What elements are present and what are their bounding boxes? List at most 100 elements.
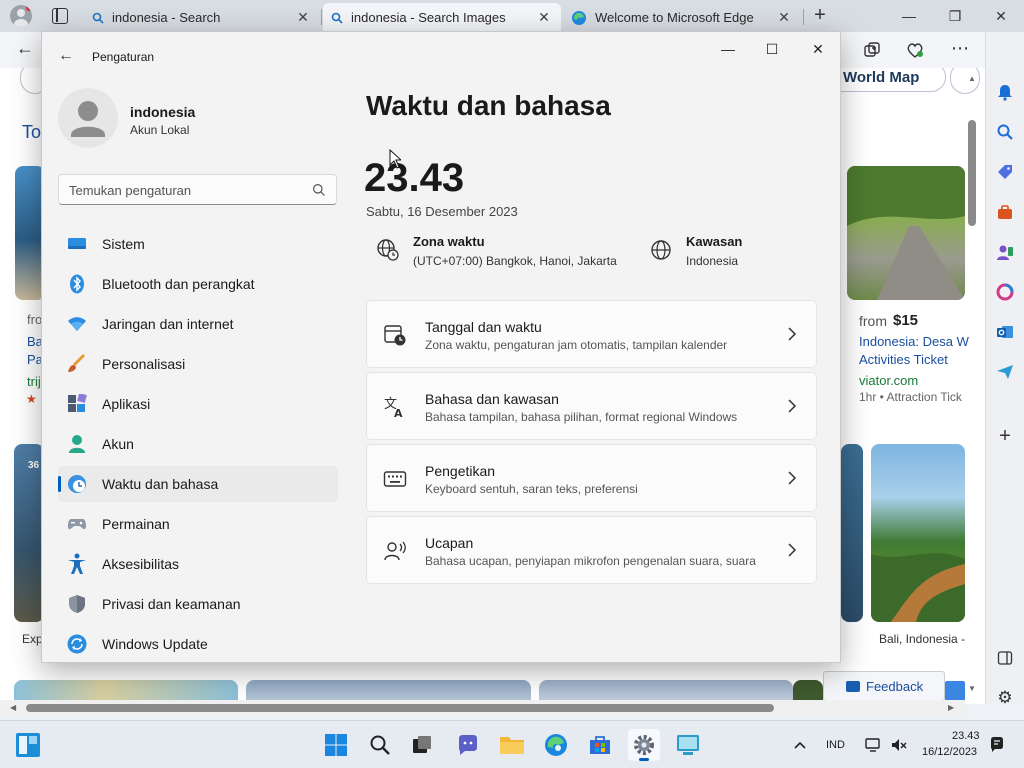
minimize-button[interactable]: —: [886, 0, 932, 32]
vertical-scrollbar-thumb[interactable]: [968, 120, 976, 226]
add-icon[interactable]: +: [993, 424, 1017, 448]
settings-gear-icon: [634, 735, 654, 755]
nav-item-privasi[interactable]: Privasi dan keamanan: [58, 586, 338, 622]
microsoft365-icon[interactable]: [993, 280, 1017, 304]
notification-center-icon[interactable]: [988, 736, 1006, 754]
start-button[interactable]: [320, 729, 352, 761]
nav-item-akun[interactable]: Akun: [58, 426, 338, 462]
store-button[interactable]: [584, 729, 616, 761]
card-bahasa-kawasan[interactable]: 文A Bahasa dan kawasan Bahasa tampilan, b…: [366, 372, 817, 440]
network-icon[interactable]: [864, 736, 882, 754]
browser-essentials-icon[interactable]: [905, 40, 925, 60]
show-hidden-icons-chevron-icon[interactable]: [792, 737, 808, 753]
shopping-tag-icon[interactable]: [993, 160, 1017, 184]
nav-label: Sistem: [102, 236, 145, 252]
card-pengetikan[interactable]: Pengetikan Keyboard sentuh, saran teks, …: [366, 444, 817, 512]
close-window-button[interactable]: ✕: [978, 0, 1024, 32]
input-language-indicator[interactable]: IND: [826, 739, 845, 751]
search-icon[interactable]: [993, 120, 1017, 144]
nav-item-sistem[interactable]: Sistem: [58, 226, 338, 262]
taskbar-clock-time[interactable]: 23.43: [952, 730, 980, 742]
avatar[interactable]: [58, 88, 118, 148]
chat-button[interactable]: [452, 729, 484, 761]
sidebar-toggle-icon[interactable]: [993, 646, 1017, 670]
card-ucapan[interactable]: Ucapan Bahasa ucapan, penyiapan mikrofon…: [366, 516, 817, 584]
nav-item-aksesibilitas[interactable]: Aksesibilitas: [58, 546, 338, 582]
maximize-button[interactable]: ☐: [758, 38, 786, 60]
nav-item-windows-update[interactable]: Windows Update: [58, 626, 338, 662]
search-input[interactable]: [69, 180, 309, 200]
browser-tab-strip: indonesia - Search ✕ indonesia - Search …: [0, 0, 1024, 32]
restore-button[interactable]: ❐: [932, 0, 978, 32]
scroll-right-arrow-icon[interactable]: ▶: [948, 703, 954, 712]
file-explorer-button[interactable]: [496, 729, 528, 761]
collections-icon[interactable]: [862, 40, 882, 60]
nav-item-waktu-bahasa[interactable]: Waktu dan bahasa: [58, 466, 338, 502]
nav-label: Permainan: [102, 516, 170, 532]
nav-item-permainan[interactable]: Permainan: [58, 506, 338, 542]
card-title: Bahasa dan kawasan: [425, 391, 559, 407]
widgets-button[interactable]: [12, 729, 44, 761]
outlook-icon[interactable]: [993, 320, 1017, 344]
search-icon: [92, 12, 104, 24]
tab-welcome-edge[interactable]: Welcome to Microsoft Edge ✕: [563, 3, 801, 32]
feedback-icon: [846, 681, 860, 692]
result-image[interactable]: 36: [14, 444, 44, 622]
current-date: Sabtu, 16 Desember 2023: [366, 204, 518, 219]
profile-avatar-icon[interactable]: [10, 5, 32, 27]
edge-taskbar-button[interactable]: [540, 729, 572, 761]
card-subtitle: Keyboard sentuh, saran teks, preferensi: [425, 482, 638, 496]
app-taskbar-button[interactable]: [672, 729, 704, 761]
nav-label: Jaringan dan internet: [102, 316, 234, 332]
back-arrow-icon[interactable]: ←: [16, 38, 40, 62]
send-icon[interactable]: [993, 360, 1017, 384]
nav-item-bluetooth[interactable]: Bluetooth dan perangkat: [58, 266, 338, 302]
close-tab-icon[interactable]: ✕: [775, 9, 793, 26]
search-icon[interactable]: [312, 183, 326, 197]
volume-muted-icon[interactable]: [890, 736, 908, 754]
tab-separator: [321, 9, 322, 25]
feedback-button[interactable]: Feedback: [823, 671, 945, 701]
chevron-right-icon: [788, 543, 797, 557]
nav-item-jaringan[interactable]: Jaringan dan internet: [58, 306, 338, 342]
minimize-button[interactable]: —: [714, 38, 742, 60]
section-heading: To: [22, 122, 42, 142]
timezone-info: Zona waktu (UTC+07:00) Bangkok, Hanoi, J…: [376, 232, 626, 272]
nav-item-personalisasi[interactable]: Personalisasi: [58, 346, 338, 382]
back-arrow-icon[interactable]: ←: [56, 46, 76, 66]
scroll-shortcut[interactable]: [945, 681, 965, 701]
notification-bell-icon[interactable]: [993, 80, 1017, 104]
result-image[interactable]: [871, 444, 965, 622]
task-view-button[interactable]: [406, 729, 438, 761]
tools-icon[interactable]: [993, 200, 1017, 224]
tab-indonesia-search[interactable]: indonesia - Search ✕: [84, 3, 320, 32]
new-tab-button[interactable]: +: [808, 4, 832, 28]
scroll-left-arrow-icon[interactable]: ◀: [10, 703, 16, 712]
tab-actions-icon[interactable]: [52, 8, 68, 24]
tab-indonesia-search-images[interactable]: indonesia - Search Images ✕: [323, 3, 561, 32]
card-subtitle: Bahasa tampilan, bahasa pilihan, format …: [425, 410, 738, 424]
games-icon[interactable]: [993, 240, 1017, 264]
settings-gear-icon[interactable]: ⚙: [993, 686, 1017, 710]
scroll-down-arrow-icon[interactable]: ▼: [968, 684, 976, 693]
result-title[interactable]: Activities Ticket: [859, 352, 948, 367]
search-icon: [370, 735, 390, 755]
chevron-right-icon: [788, 471, 797, 485]
result-image[interactable]: [847, 166, 965, 300]
more-menu-icon[interactable]: ⋯: [950, 38, 970, 58]
settings-taskbar-button[interactable]: [628, 729, 660, 761]
image-caption[interactable]: Bali, Indonesia -: [879, 632, 965, 646]
mouse-cursor-icon: [389, 149, 401, 169]
close-tab-icon[interactable]: ✕: [294, 9, 312, 26]
scroll-up-arrow-icon[interactable]: ▲: [968, 74, 976, 83]
nav-item-aplikasi[interactable]: Aplikasi: [58, 386, 338, 422]
taskbar-search-button[interactable]: [364, 729, 396, 761]
horizontal-scrollbar[interactable]: ◀ ▶: [0, 700, 965, 716]
close-tab-icon[interactable]: ✕: [535, 9, 553, 26]
result-title[interactable]: Indonesia: Desa W: [859, 334, 969, 349]
card-tanggal-waktu[interactable]: Tanggal dan waktu Zona waktu, pengaturan…: [366, 300, 817, 368]
result-image[interactable]: [841, 444, 863, 622]
taskbar-clock-date[interactable]: 16/12/2023: [922, 746, 977, 758]
close-button[interactable]: ✕: [804, 38, 832, 60]
horizontal-scrollbar-thumb[interactable]: [26, 704, 774, 712]
